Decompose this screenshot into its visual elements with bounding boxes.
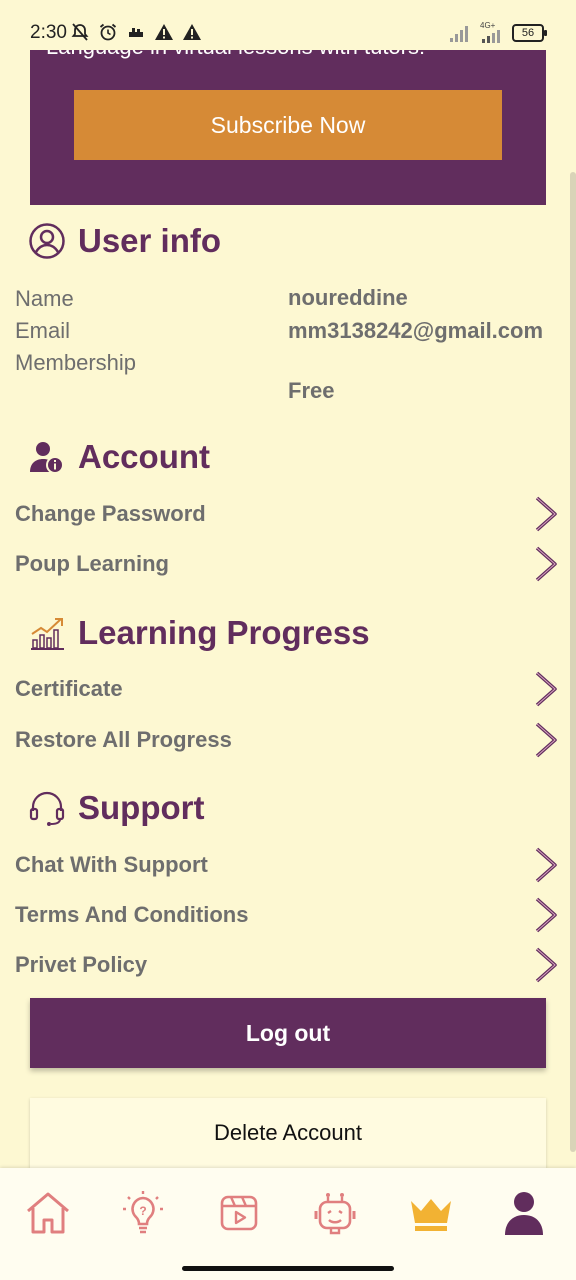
nav-premium[interactable] bbox=[406, 1188, 456, 1238]
status-icons-right: 4G+ 56 bbox=[448, 22, 547, 44]
signal-icon bbox=[482, 30, 500, 43]
terms-label: Terms And Conditions bbox=[15, 902, 249, 927]
membership-value: Free bbox=[288, 378, 335, 403]
headset-icon bbox=[28, 789, 66, 827]
alarm-icon bbox=[99, 23, 117, 41]
warning-icon bbox=[183, 24, 201, 40]
certificate-row[interactable]: Certificate bbox=[15, 669, 560, 709]
bottom-nav: ? bbox=[0, 1168, 576, 1280]
chevron-right-icon bbox=[535, 947, 557, 983]
terms-row[interactable]: Terms And Conditions bbox=[15, 895, 560, 935]
growth-chart-icon bbox=[28, 614, 66, 652]
app-notification-icon bbox=[129, 28, 143, 37]
restore-progress-row[interactable]: Restore All Progress bbox=[15, 720, 560, 760]
privacy-policy-label: Privet Policy bbox=[15, 952, 148, 977]
privacy-policy-row[interactable]: Privet Policy bbox=[15, 945, 560, 985]
chevron-right-icon bbox=[535, 722, 557, 758]
account-title: Account bbox=[78, 438, 210, 475]
scrollbar[interactable] bbox=[570, 172, 576, 1152]
email-label: Email bbox=[15, 318, 71, 343]
robot-icon bbox=[314, 1193, 356, 1235]
user-info-title: User info bbox=[78, 222, 222, 259]
chevron-right-icon bbox=[535, 496, 557, 532]
support-title: Support bbox=[78, 789, 205, 826]
status-time: 2:30 bbox=[30, 22, 67, 43]
signal-icon bbox=[450, 26, 468, 42]
name-label: Name bbox=[15, 286, 74, 311]
nav-videos[interactable] bbox=[214, 1188, 264, 1238]
nav-chatbot[interactable] bbox=[310, 1188, 360, 1238]
chevron-right-icon bbox=[535, 847, 557, 883]
email-value: mm3138242@gmail.com bbox=[288, 318, 544, 343]
chat-support-row[interactable]: Chat With Support bbox=[15, 845, 560, 885]
user-circle-icon bbox=[28, 222, 66, 260]
poup-learning-label: Poup Learning bbox=[15, 551, 169, 576]
subscription-promo-card: Language in virtual lessons with tutors!… bbox=[30, 34, 546, 205]
poup-learning-row[interactable]: Poup Learning bbox=[15, 544, 560, 584]
lightbulb-icon: ? bbox=[123, 1191, 163, 1234]
warning-icon bbox=[155, 24, 173, 40]
chat-support-label: Chat With Support bbox=[15, 852, 208, 877]
home-icon bbox=[27, 1192, 69, 1234]
learning-progress-section-title: Learning Progress bbox=[28, 614, 370, 652]
user-info-icon bbox=[28, 438, 66, 476]
learning-progress-title: Learning Progress bbox=[78, 614, 370, 651]
nav-tips[interactable]: ? bbox=[118, 1188, 168, 1238]
change-password-label: Change Password bbox=[15, 501, 206, 526]
chevron-right-icon bbox=[535, 671, 557, 707]
subscribe-now-button[interactable]: Subscribe Now bbox=[74, 90, 502, 160]
account-section-title: Account bbox=[28, 438, 210, 476]
certificate-label: Certificate bbox=[15, 676, 123, 701]
network-indicator: 4G+ bbox=[480, 22, 504, 44]
user-info-section-title: User info bbox=[28, 222, 221, 260]
delete-account-button[interactable]: Delete Account bbox=[30, 1098, 546, 1168]
chevron-right-icon bbox=[535, 897, 557, 933]
bell-muted-icon bbox=[71, 23, 89, 41]
crown-icon bbox=[411, 1199, 451, 1231]
status-icons-left bbox=[70, 22, 202, 42]
status-bar: 2:30 4G+ 56 bbox=[0, 0, 576, 50]
restore-progress-label: Restore All Progress bbox=[15, 727, 232, 752]
nav-profile[interactable] bbox=[499, 1188, 549, 1238]
home-indicator[interactable] bbox=[182, 1266, 394, 1271]
video-icon bbox=[220, 1195, 258, 1231]
battery-icon: 56 bbox=[512, 24, 547, 42]
change-password-row[interactable]: Change Password bbox=[15, 494, 560, 534]
profile-icon bbox=[505, 1192, 543, 1235]
support-section-title: Support bbox=[28, 789, 204, 827]
nav-home[interactable] bbox=[23, 1188, 73, 1238]
logout-button[interactable]: Log out bbox=[30, 998, 546, 1068]
membership-label: Membership bbox=[15, 350, 137, 375]
name-value: noureddine bbox=[288, 285, 408, 310]
chevron-right-icon bbox=[535, 546, 557, 582]
svg-text:?: ? bbox=[139, 1204, 146, 1218]
network-label: 4G+ bbox=[480, 21, 496, 30]
